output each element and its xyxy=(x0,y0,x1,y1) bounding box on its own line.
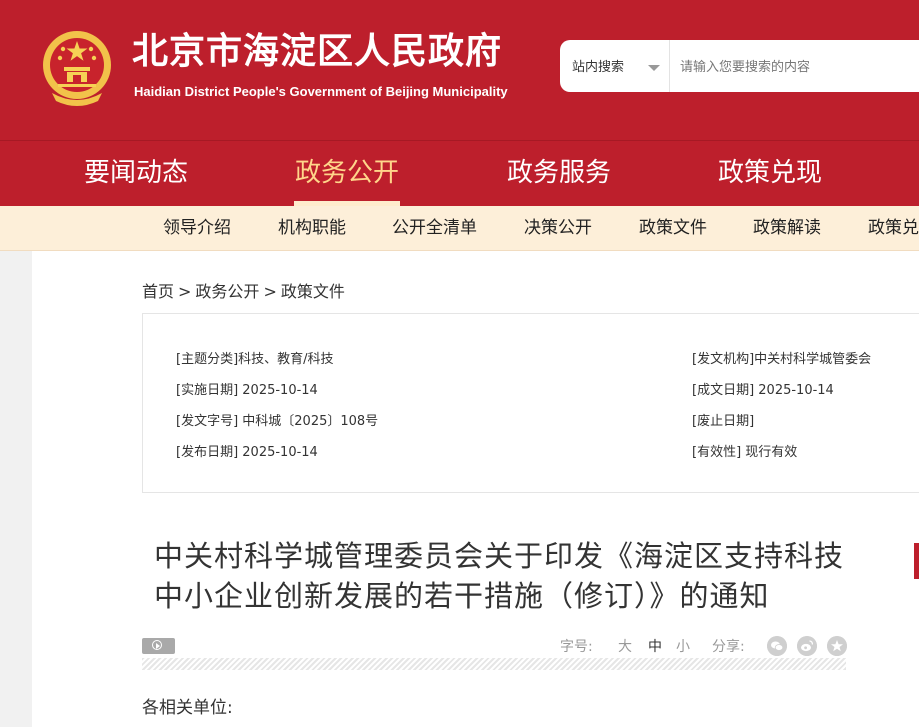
info-issuer: [发文机构]中关村科学城管委会 xyxy=(692,352,872,367)
breadcrumb-separator: > xyxy=(178,282,192,301)
info-validity: [有效性] 现行有效 xyxy=(692,445,798,460)
font-size-medium[interactable]: 中 xyxy=(648,636,662,656)
font-size-large[interactable]: 大 xyxy=(618,636,632,656)
font-size-label: 字号: xyxy=(560,639,593,655)
article-salutation: 各相关单位: xyxy=(142,698,233,718)
article-toolbar: 字号: 大 中 小 分享: xyxy=(142,636,847,658)
chevron-down-icon[interactable] xyxy=(648,65,660,71)
site-subtitle: Haidian District People's Government of … xyxy=(134,84,508,99)
sub-nav-disclosure-list[interactable]: 公开全清单 xyxy=(392,216,477,240)
info-topic: [主题分类]科技、教育/科技 xyxy=(176,352,334,367)
nav-item-news[interactable]: 要闻动态 xyxy=(84,153,188,193)
search-divider xyxy=(669,40,670,92)
breadcrumb-separator: > xyxy=(263,282,277,301)
search-box: 站内搜索 xyxy=(560,40,919,92)
nav-item-gov-affairs[interactable]: 政务公开 xyxy=(295,153,399,193)
share-label: 分享: xyxy=(712,639,745,655)
breadcrumb-home[interactable]: 首页 xyxy=(142,282,174,301)
document-info-box: [主题分类]科技、教育/科技 [发文机构]中关村科学城管委会 [实施日期] 20… xyxy=(142,313,919,493)
sub-nav-leaders[interactable]: 领导介绍 xyxy=(163,216,231,240)
sub-nav-decision[interactable]: 决策公开 xyxy=(524,216,592,240)
content-area: 首页 > 政务公开 > 政策文件 [主题分类]科技、教育/科技 [发文机构]中关村科学城… xyxy=(32,251,919,727)
site-title[interactable]: 北京市海淀区人民政府 xyxy=(132,30,502,74)
nav-item-gov-services[interactable]: 政务服务 xyxy=(507,153,611,193)
article-title: 中关村科学城管理委员会关于印发《海淀区支持科技中小企业创新发展的若干措施（修订）… xyxy=(154,539,845,613)
wechat-icon[interactable] xyxy=(767,636,787,656)
main-nav: 要闻动态 政务公开 政务服务 政策兑现 xyxy=(0,140,919,207)
breadcrumb: 首页 > 政务公开 > 政策文件 xyxy=(142,278,349,302)
site-header: 北京市海淀区人民政府 Haidian District People's Gov… xyxy=(0,0,919,140)
sub-nav-policy-fulfillment[interactable]: 政策兑现 xyxy=(868,216,919,240)
side-panel-edge xyxy=(914,543,919,579)
national-emblem-icon[interactable] xyxy=(40,27,114,107)
breadcrumb-gov-affairs[interactable]: 政务公开 xyxy=(195,282,259,301)
sub-nav: 领导介绍 机构职能 公开全清单 决策公开 政策文件 政策解读 政策兑现 xyxy=(0,206,919,251)
search-input[interactable] xyxy=(678,54,919,80)
sub-nav-functions[interactable]: 机构职能 xyxy=(278,216,346,240)
toolbar-divider xyxy=(142,658,846,670)
info-written-date: [成文日期] 2025-10-14 xyxy=(692,383,834,398)
sub-nav-policy-docs[interactable]: 政策文件 xyxy=(639,216,707,240)
info-publish-date: [发布日期] 2025-10-14 xyxy=(176,445,318,460)
info-expiry-date: [废止日期] xyxy=(692,414,755,429)
sub-nav-policy-interpretation[interactable]: 政策解读 xyxy=(753,216,821,240)
breadcrumb-policy-docs[interactable]: 政策文件 xyxy=(281,282,345,301)
font-size-small[interactable]: 小 xyxy=(676,636,690,656)
audio-play-button[interactable] xyxy=(142,638,175,654)
weibo-icon[interactable] xyxy=(797,636,817,656)
info-doc-number: [发文字号] 中科城〔2025〕108号 xyxy=(176,414,379,429)
info-effective-date: [实施日期] 2025-10-14 xyxy=(176,383,318,398)
play-triangle-icon xyxy=(156,643,160,649)
nav-item-policy-fulfillment[interactable]: 政策兑现 xyxy=(718,153,822,193)
favorite-icon[interactable] xyxy=(827,636,847,656)
search-scope-select[interactable]: 站内搜索 xyxy=(572,56,624,75)
